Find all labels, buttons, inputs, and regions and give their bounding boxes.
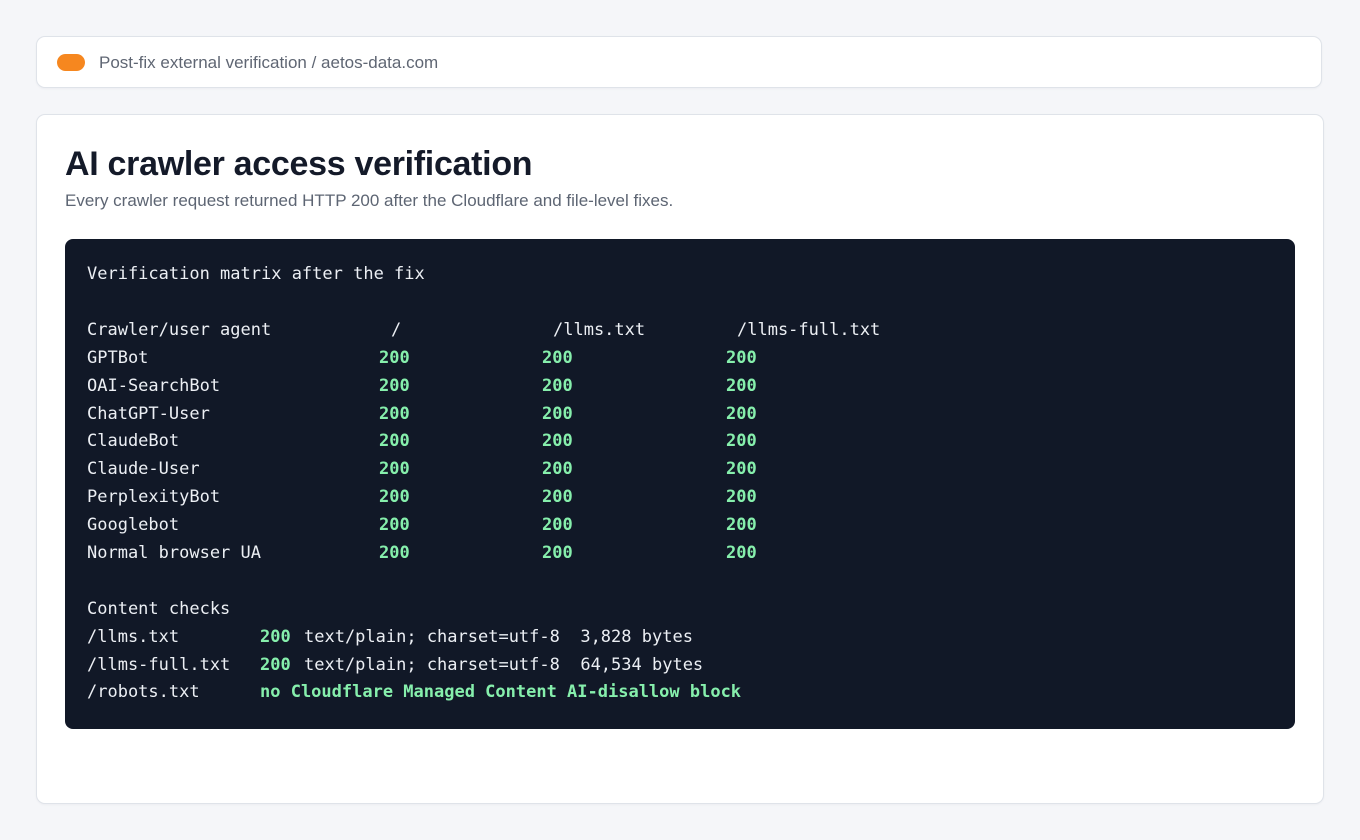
content-check-status: 200 xyxy=(260,627,291,647)
content-check-path: /llms.txt xyxy=(87,627,180,647)
row-agent: Normal browser UA xyxy=(87,543,261,563)
row-agent: Claude-User xyxy=(87,459,200,479)
row-agent: GPTBot xyxy=(87,348,149,368)
content-check-path: /robots.txt xyxy=(87,682,200,702)
breadcrumb-bar: Post-fix external verification / aetos-d… xyxy=(36,36,1322,88)
content-check-status: 200 xyxy=(260,655,291,675)
row-agent: PerplexityBot xyxy=(87,487,221,507)
row-status-root: 200 xyxy=(379,376,410,396)
column-header-agent: Crawler/user agent xyxy=(87,320,272,340)
row-status-root: 200 xyxy=(379,487,410,507)
row-status-llms-full: 200 xyxy=(726,404,757,424)
row-status-root: 200 xyxy=(379,459,410,479)
row-status-llms: 200 xyxy=(542,543,573,563)
row-status-root: 200 xyxy=(379,515,410,535)
row-status-root: 200 xyxy=(379,348,410,368)
row-status-llms-full: 200 xyxy=(726,376,757,396)
column-header-llms: /llms.txt xyxy=(553,320,646,340)
status-indicator xyxy=(57,54,85,71)
row-status-llms-full: 200 xyxy=(726,348,757,368)
content-check-detail: text/plain; charset=utf-8 3,828 bytes xyxy=(304,627,693,647)
page-title: AI crawler access verification xyxy=(65,145,533,183)
content-checks-heading: Content checks xyxy=(87,599,231,619)
row-status-llms-full: 200 xyxy=(726,487,757,507)
row-agent: ChatGPT-User xyxy=(87,404,210,424)
column-header-root: / xyxy=(391,320,402,340)
row-status-llms: 200 xyxy=(542,404,573,424)
row-status-root: 200 xyxy=(379,431,410,451)
row-agent: Googlebot xyxy=(87,515,180,535)
row-agent: OAI-SearchBot xyxy=(87,376,221,396)
terminal-output: Verification matrix after the fix Crawle… xyxy=(65,239,1295,729)
row-status-llms-full: 200 xyxy=(726,431,757,451)
column-header-llms-full: /llms-full.txt xyxy=(737,320,881,340)
breadcrumb: Post-fix external verification / aetos-d… xyxy=(99,53,439,72)
content-check-status: no Cloudflare Managed Content AI-disallo… xyxy=(260,682,742,702)
row-status-llms-full: 200 xyxy=(726,515,757,535)
row-status-llms: 200 xyxy=(542,348,573,368)
row-status-llms: 200 xyxy=(542,431,573,451)
page-subtitle: Every crawler request returned HTTP 200 … xyxy=(65,191,674,210)
content-check-path: /llms-full.txt xyxy=(87,655,231,675)
row-agent: ClaudeBot xyxy=(87,431,180,451)
row-status-llms-full: 200 xyxy=(726,543,757,563)
row-status-root: 200 xyxy=(379,543,410,563)
row-status-llms: 200 xyxy=(542,376,573,396)
row-status-llms-full: 200 xyxy=(726,459,757,479)
terminal-heading: Verification matrix after the fix xyxy=(87,264,425,284)
content-check-detail: text/plain; charset=utf-8 64,534 bytes xyxy=(304,655,704,675)
row-status-llms: 200 xyxy=(542,515,573,535)
row-status-llms: 200 xyxy=(542,459,573,479)
row-status-root: 200 xyxy=(379,404,410,424)
verification-card: AI crawler access verification Every cra… xyxy=(36,114,1324,804)
row-status-llms: 200 xyxy=(542,487,573,507)
